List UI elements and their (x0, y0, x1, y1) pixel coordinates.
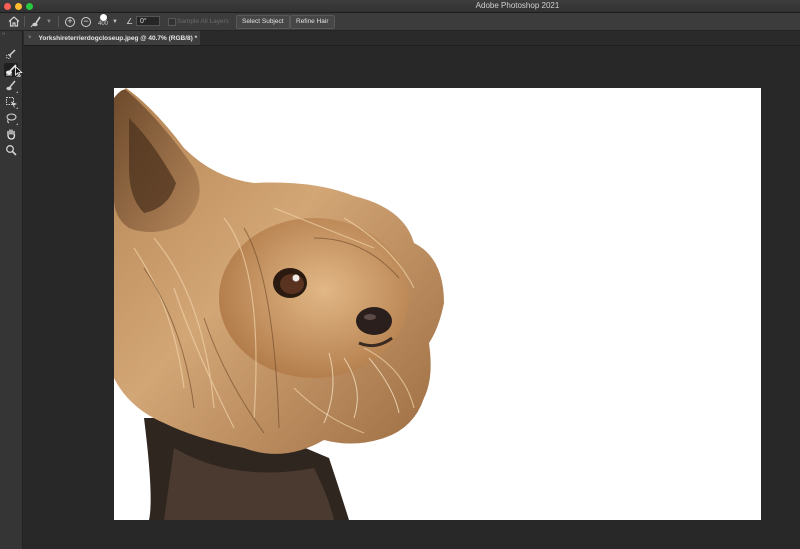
add-mode-icon: + (65, 16, 75, 27)
quick-selection-tool-icon[interactable] (4, 47, 18, 61)
select-subject-button[interactable]: Select Subject (236, 15, 290, 29)
document-canvas[interactable] (114, 88, 761, 520)
angle-field[interactable]: 0° (136, 16, 160, 26)
document-tab-title: Yorkshireterrierdogcloseup.jpeg @ 40.7% … (38, 34, 198, 42)
mouse-pointer-icon (15, 64, 23, 82)
lasso-tool-icon[interactable] (4, 111, 18, 125)
dog-cutout-image (114, 88, 444, 520)
add-to-selection-button[interactable]: + (65, 13, 75, 30)
subtract-mode-icon: − (81, 16, 91, 27)
document-tab-bar: × Yorkshireterrierdogcloseup.jpeg @ 40.7… (24, 31, 800, 46)
hand-tool-icon[interactable] (4, 127, 18, 141)
tool-preset-chevron-icon[interactable]: ▼ (46, 13, 52, 30)
close-tab-icon[interactable]: × (28, 35, 32, 41)
app-title: Adobe Photoshop 2021 (475, 1, 560, 10)
subtract-from-selection-button[interactable]: − (81, 13, 91, 30)
brush-tool-icon[interactable] (30, 13, 44, 30)
workspace[interactable] (23, 46, 800, 549)
zoom-tool-icon[interactable] (4, 143, 18, 157)
brush-tip-icon (99, 14, 107, 21)
options-bar: ▼ + − 400 ▼ ∠ 0° Sample All Layers Selec… (0, 13, 800, 31)
panel-collapse-icon[interactable]: ›› (0, 31, 24, 39)
home-icon[interactable] (8, 13, 20, 30)
sample-all-layers-label: Sample All Layers (177, 18, 230, 25)
title-bar: Adobe Photoshop 2021 (0, 0, 800, 13)
sample-all-layers-checkbox[interactable] (168, 18, 176, 26)
brush-picker-chevron-icon[interactable]: ▼ (112, 13, 118, 30)
tools-panel: ›› (0, 31, 23, 549)
brush-size-value: 400 (97, 21, 108, 27)
angle-icon: ∠ (126, 17, 134, 26)
document-tab[interactable]: × Yorkshireterrierdogcloseup.jpeg @ 40.7… (24, 31, 200, 45)
brush-preset-picker[interactable]: 400 (96, 13, 110, 30)
refine-hair-button[interactable]: Refine Hair (290, 15, 335, 29)
object-selection-tool-icon[interactable] (4, 95, 18, 109)
